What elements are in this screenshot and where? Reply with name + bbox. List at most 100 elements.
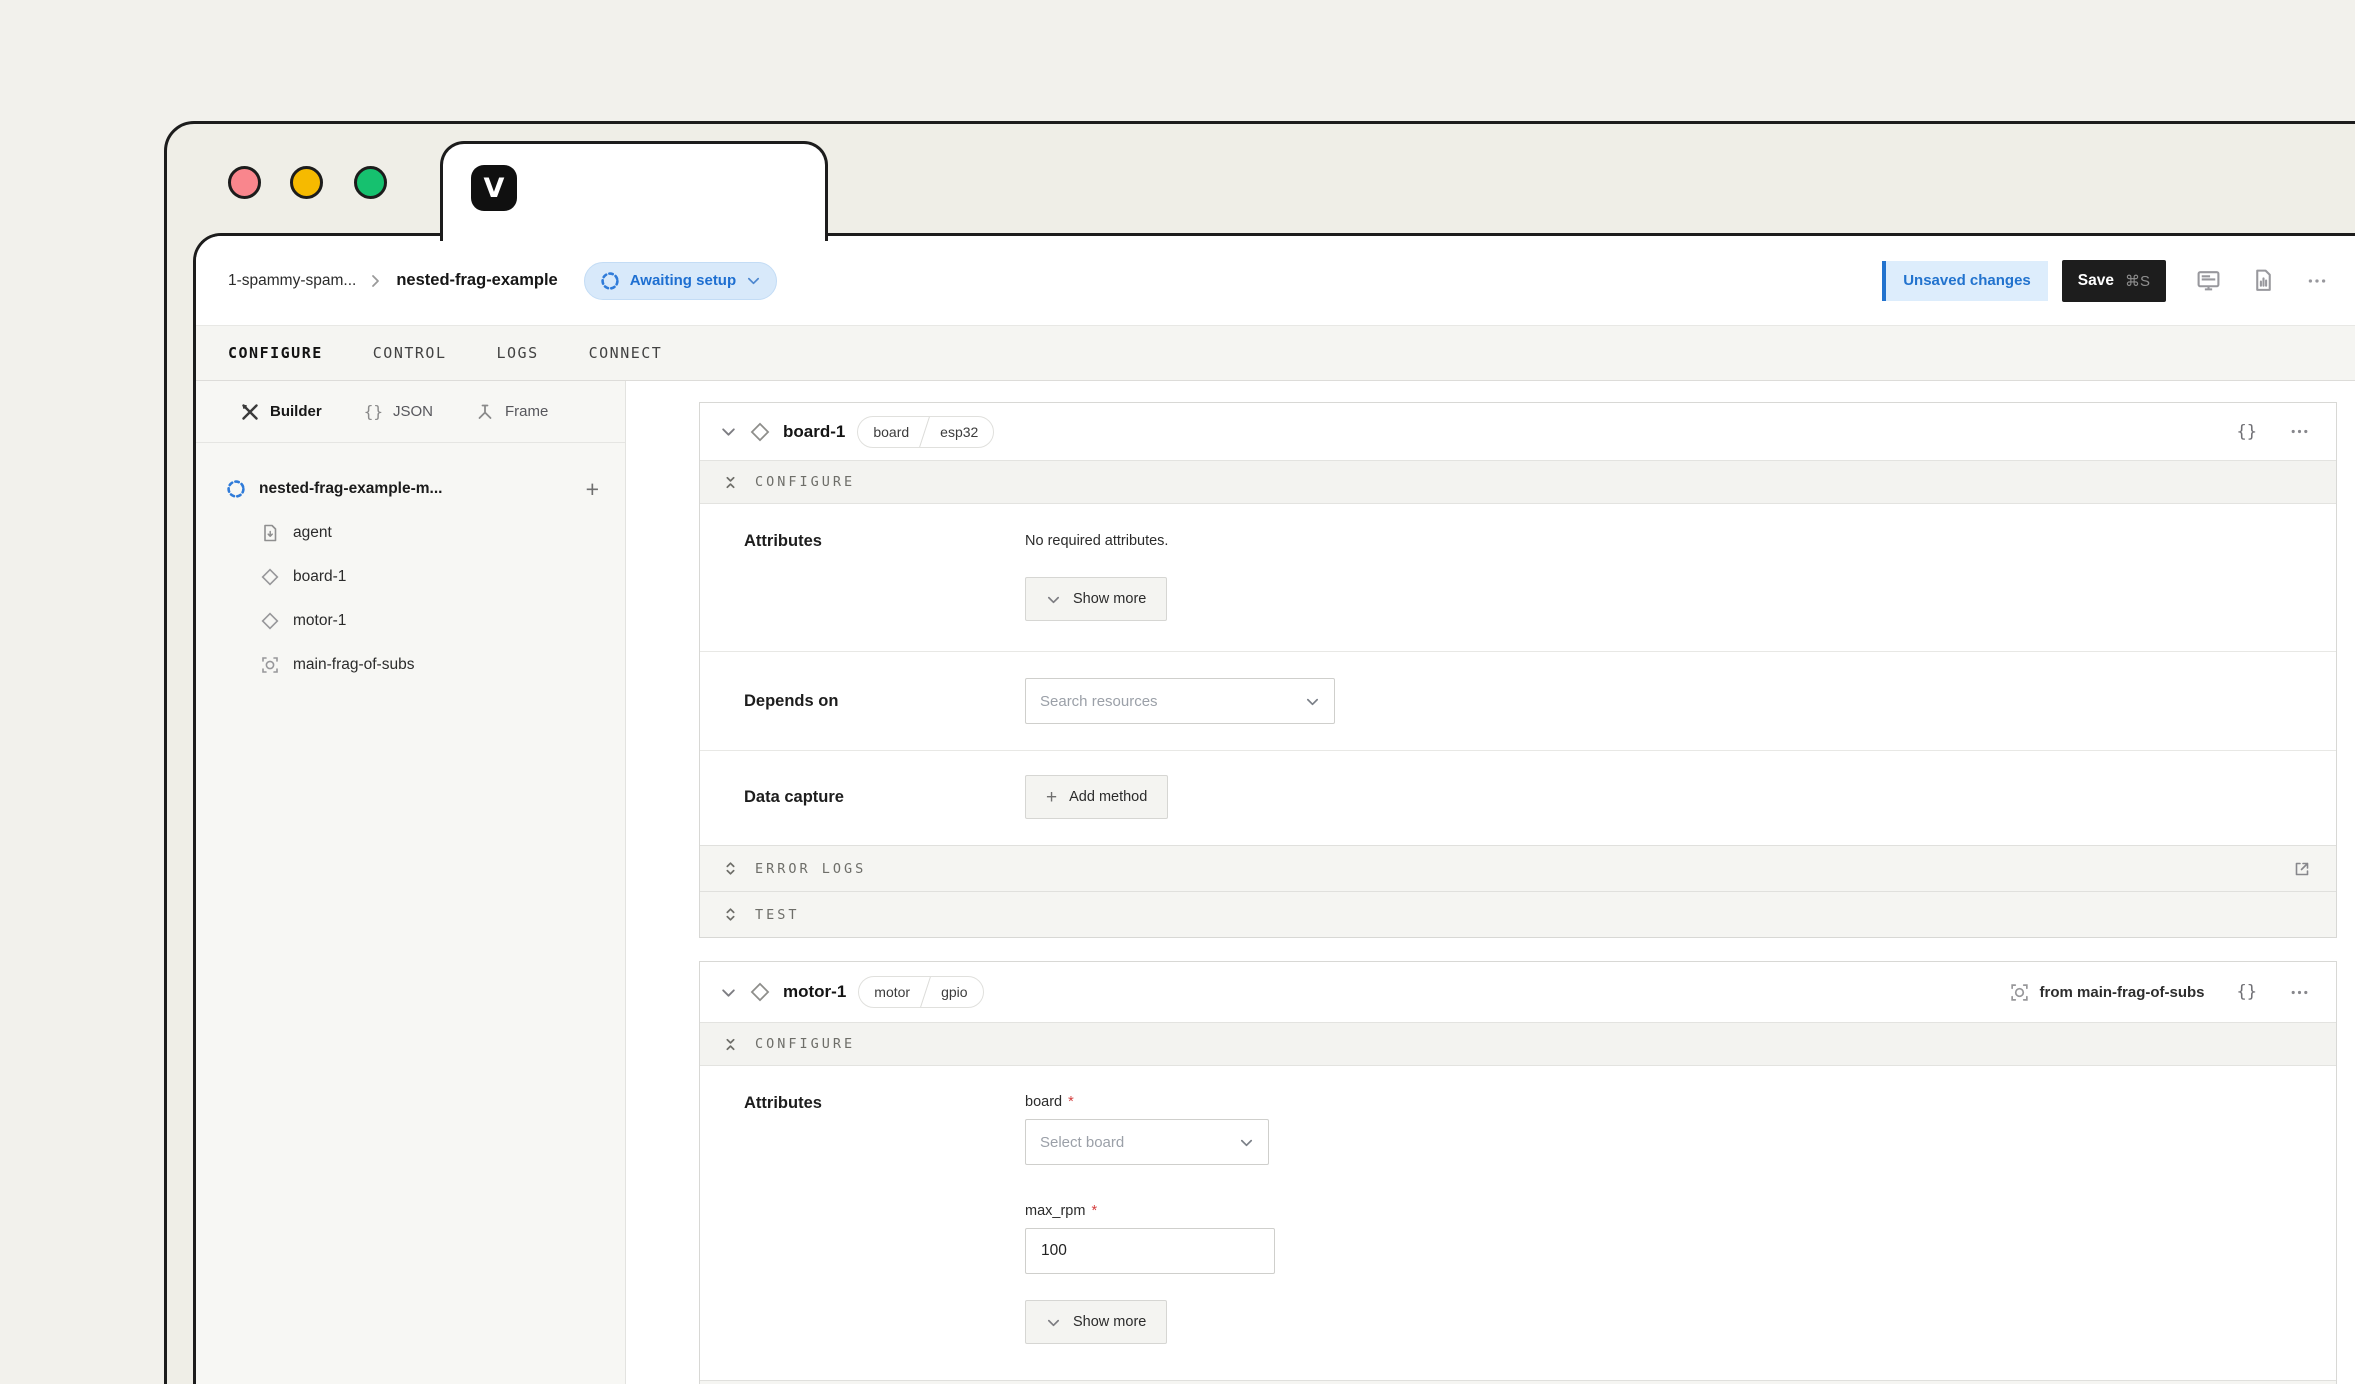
data-capture-row: Data capture + Add method (700, 751, 2336, 845)
mode-builder[interactable]: Builder (240, 402, 322, 422)
card-motor-1-header: motor-1 motor gpio from main-frag-of-sub… (700, 962, 2336, 1022)
tab-connect[interactable]: CONNECT (589, 344, 663, 362)
tree-item-label: nested-frag-example-m... (259, 480, 573, 498)
browser-tab: V (440, 141, 828, 241)
depends-on-placeholder: Search resources (1040, 693, 1305, 710)
from-fragment-group[interactable]: from main-frag-of-subs (2009, 982, 2205, 1003)
fragment-icon (2009, 982, 2030, 1003)
resource-tree: nested-frag-example-m... + agent board-1… (196, 443, 625, 687)
field-board-label: board (1025, 1094, 1062, 1110)
tab-logs[interactable]: LOGS (497, 344, 539, 362)
machine-monitor-icon[interactable] (2196, 268, 2221, 293)
tree-item-label: motor-1 (293, 612, 346, 630)
plus-icon: + (1046, 788, 1057, 807)
chevron-down-icon (746, 273, 761, 288)
builder-tools-icon (240, 402, 260, 422)
tree-item-agent[interactable]: agent (196, 511, 625, 555)
breadcrumb-chevron-icon (368, 273, 384, 289)
mode-json[interactable]: {} JSON (364, 402, 433, 421)
tag-type: board (858, 417, 924, 447)
field-max-rpm-label: max_rpm (1025, 1203, 1085, 1219)
component-name: motor-1 (783, 982, 846, 1002)
next-section-bar-clipped[interactable] (700, 1380, 2336, 1384)
component-name: board-1 (783, 422, 845, 442)
board-select[interactable]: Select board (1025, 1119, 1269, 1165)
tree-item-label: board-1 (293, 568, 346, 586)
configure-section-bar[interactable]: CONFIGURE (700, 460, 2336, 504)
collapse-vertical-icon (722, 474, 739, 491)
mode-json-label: JSON (393, 403, 433, 420)
chevron-down-icon (1305, 694, 1320, 709)
status-badge-label: Awaiting setup (630, 272, 736, 289)
add-resource-button[interactable]: + (586, 478, 599, 501)
breadcrumb-parent[interactable]: 1-spammy-spam... (228, 272, 356, 290)
logs-file-icon[interactable] (2251, 268, 2276, 293)
tag-type: motor (859, 977, 925, 1007)
more-options-icon[interactable] (2289, 982, 2310, 1003)
configure-section-label: CONFIGURE (755, 1036, 855, 1052)
test-label: TEST (755, 907, 800, 923)
traffic-light-red-icon (228, 166, 261, 199)
attributes-row: Attributes No required attributes. Show … (700, 504, 2336, 652)
more-options-icon[interactable] (2306, 270, 2328, 292)
collapse-chevron-icon[interactable] (720, 423, 737, 440)
open-external-icon[interactable] (2292, 859, 2312, 879)
chevron-down-icon (1046, 1315, 1061, 1330)
tree-item-board-1[interactable]: board-1 (196, 555, 625, 599)
machine-status-badge[interactable]: Awaiting setup (584, 262, 777, 300)
page: V 1-spammy-spam... nested-frag-example A… (0, 0, 2355, 1384)
from-fragment-label: from main-frag-of-subs (2040, 984, 2205, 1001)
fragment-icon (260, 655, 280, 675)
nav-tab-strip: CONFIGURE CONTROL LOGS CONNECT (196, 325, 2355, 381)
tree-item-label: agent (293, 524, 332, 542)
add-method-label: Add method (1069, 789, 1147, 805)
breadcrumb-current: nested-frag-example (396, 271, 557, 290)
save-label: Save (2078, 272, 2114, 290)
error-logs-section-bar[interactable]: ERROR LOGS (700, 845, 2336, 891)
unsaved-changes-label: Unsaved changes (1903, 272, 2031, 289)
sidebar: Builder {} JSON Frame nested-frag-exampl… (196, 381, 626, 1384)
mode-frame[interactable]: Frame (475, 402, 548, 422)
component-diamond-icon (260, 567, 280, 587)
traffic-light-yellow-icon (290, 166, 323, 199)
depends-on-row: Depends on Search resources (700, 652, 2336, 751)
mode-frame-label: Frame (505, 403, 548, 420)
max-rpm-input[interactable] (1025, 1228, 1275, 1274)
depends-on-select[interactable]: Search resources (1025, 678, 1335, 724)
save-button[interactable]: Save ⌘S (2062, 260, 2166, 302)
test-section-bar[interactable]: TEST (700, 891, 2336, 937)
tree-item-main-frag-of-subs[interactable]: main-frag-of-subs (196, 643, 625, 687)
tag-model: esp32 (925, 417, 993, 447)
json-braces-icon[interactable]: {} (2237, 422, 2257, 442)
attributes-note: No required attributes. (1025, 528, 2336, 549)
tree-item-label: main-frag-of-subs (293, 656, 414, 674)
tab-control[interactable]: CONTROL (373, 344, 447, 362)
save-shortcut: ⌘S (2125, 272, 2150, 290)
component-diamond-icon (749, 981, 771, 1003)
more-options-icon[interactable] (2289, 421, 2310, 442)
show-more-label: Show more (1073, 1314, 1146, 1330)
attributes-label: Attributes (744, 528, 1025, 621)
show-more-button[interactable]: Show more (1025, 1300, 1167, 1344)
collapse-vertical-icon (722, 1036, 739, 1053)
json-braces-icon[interactable]: {} (2237, 982, 2257, 1002)
expand-vertical-icon (722, 906, 739, 923)
tree-item-motor-1[interactable]: motor-1 (196, 599, 625, 643)
tree-item-machine[interactable]: nested-frag-example-m... + (196, 467, 625, 511)
show-more-button[interactable]: Show more (1025, 577, 1167, 621)
chevron-down-icon (1046, 592, 1061, 607)
traffic-light-green-icon (354, 166, 387, 199)
card-board-1: board-1 board esp32 {} (699, 402, 2337, 938)
component-type-tags: motor gpio (858, 976, 983, 1008)
collapse-chevron-icon[interactable] (720, 984, 737, 1001)
tab-configure[interactable]: CONFIGURE (228, 344, 323, 362)
configure-section-bar[interactable]: CONFIGURE (700, 1022, 2336, 1066)
component-diamond-icon (260, 611, 280, 631)
add-method-button[interactable]: + Add method (1025, 775, 1168, 819)
component-type-tags: board esp32 (857, 416, 994, 448)
machine-status-spinner-icon (226, 479, 246, 499)
card-board-1-header: board-1 board esp32 {} (700, 403, 2336, 460)
attributes-label: Attributes (744, 1090, 1025, 1344)
board-select-placeholder: Select board (1040, 1134, 1239, 1151)
app-header: 1-spammy-spam... nested-frag-example Awa… (196, 236, 2355, 325)
